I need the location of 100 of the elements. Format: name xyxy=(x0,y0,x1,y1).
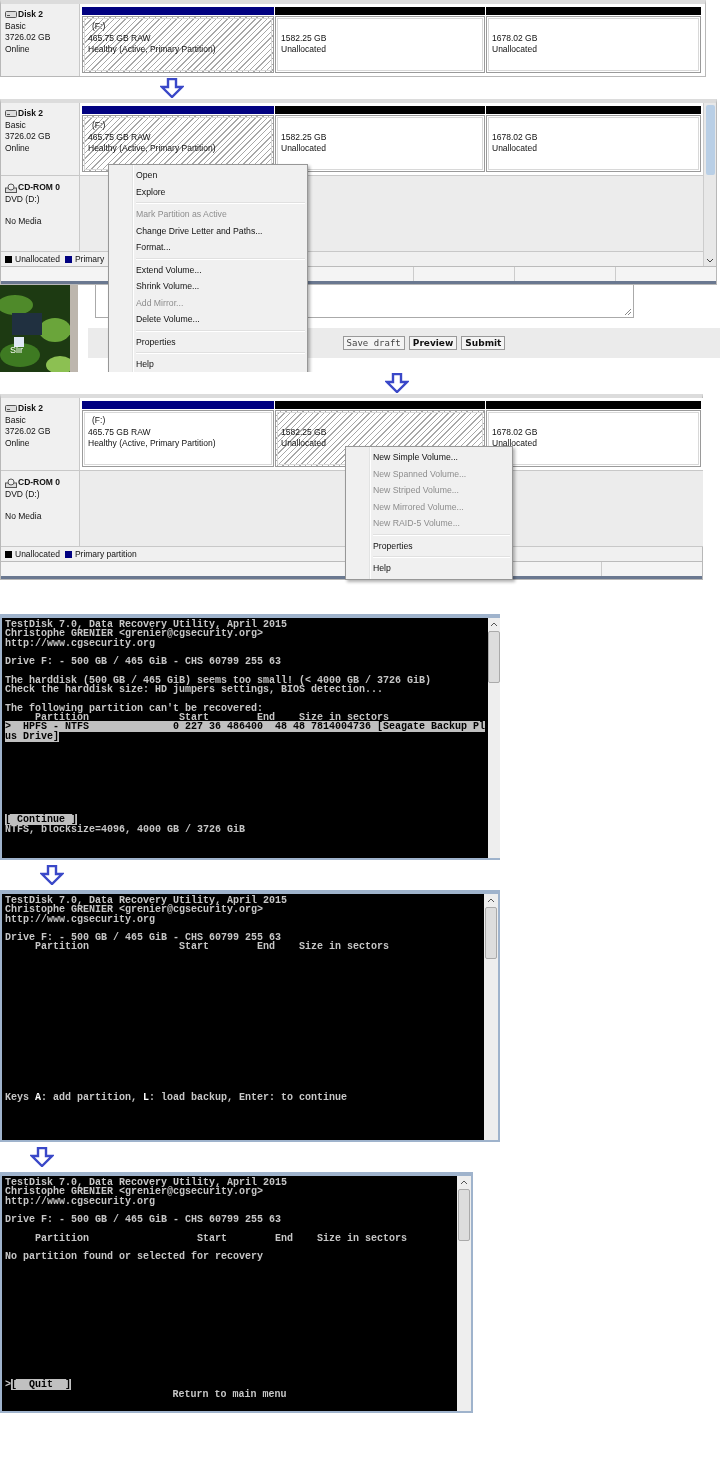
partition-status: Unallocated xyxy=(492,44,537,56)
option-hint: Return to main menu xyxy=(172,1388,287,1400)
cdrom-name: CD-ROM 0 xyxy=(18,182,61,194)
disk-name: Disk 2 xyxy=(18,403,44,415)
cdrom-status: No Media xyxy=(5,511,42,523)
disk-type: Basic xyxy=(5,119,26,131)
down-arrow-icon xyxy=(40,865,64,885)
partition-size: 1678.02 GB xyxy=(492,32,538,44)
scrollbar-thumb[interactable] xyxy=(488,631,501,683)
partition-label: (F:) xyxy=(91,415,106,427)
disk-size: 3726.02 GB xyxy=(5,32,51,44)
menu-item[interactable]: Delete Volume... xyxy=(111,311,305,328)
partition-block[interactable]: 1678.02 GB Unallocated xyxy=(486,410,701,467)
disk-size: 3726.02 GB xyxy=(5,426,51,438)
legend-label: Primary partition xyxy=(74,549,137,559)
partition-size: 1678.02 GB xyxy=(492,131,538,143)
down-arrow-icon xyxy=(160,78,184,98)
console-line: NTFS, blocksize=4096, 4000 GB / 3726 GiB xyxy=(5,823,246,835)
cdrom-type: DVD (D:) xyxy=(5,488,40,500)
desktop-icon-label[interactable]: Slir xyxy=(10,345,23,355)
disk-status: Online xyxy=(5,43,30,55)
partition-status: Healthy (Active, Primary Partition) xyxy=(88,438,216,450)
console-line: Drive F: - 500 GB / 465 GiB - CHS 60799 255 63 xyxy=(5,1214,282,1226)
cursor-marker: > xyxy=(5,1379,11,1391)
console-line: Check the harddisk size: HD jumpers settings, BIOS detection... xyxy=(5,684,384,696)
partition-status: Unallocated xyxy=(492,438,537,450)
partition-block[interactable]: (F:) 465.75 GB RAW Healthy (Active, Primary Partition) xyxy=(82,410,274,467)
cd-drive-icon xyxy=(5,182,17,193)
menu-item[interactable]: Format... xyxy=(111,239,305,256)
resize-grip-icon[interactable] xyxy=(624,308,632,316)
menu-item[interactable]: Help xyxy=(348,560,510,577)
partition-label: (F:) xyxy=(91,120,106,132)
hard-drive-icon xyxy=(5,11,17,19)
disk-size: 3726.02 GB xyxy=(5,131,51,143)
console-line: http://www.cgsecurity.org xyxy=(5,1195,156,1207)
scrollbar[interactable] xyxy=(484,894,498,1140)
menu-item[interactable]: Properties xyxy=(111,333,305,350)
scroll-up-icon[interactable] xyxy=(490,621,499,627)
scrollbar[interactable] xyxy=(457,1176,471,1411)
partition-status: Unallocated xyxy=(492,143,537,155)
menu-item[interactable]: Help xyxy=(111,356,305,372)
menu-item[interactable]: Explore xyxy=(111,183,305,200)
scrollbar-thumb[interactable] xyxy=(485,907,497,959)
down-arrow-icon xyxy=(385,373,409,393)
scrollbar[interactable] xyxy=(488,618,501,858)
disk-name: Disk 2 xyxy=(18,9,44,21)
quit-option[interactable]: [ Quit ] xyxy=(11,1379,72,1391)
legend-label: Primary xyxy=(74,254,105,264)
disk-status: Online xyxy=(5,437,30,449)
disk-type: Basic xyxy=(5,20,26,32)
console-line: http://www.cgsecurity.org xyxy=(5,637,156,649)
scroll-up-icon[interactable] xyxy=(460,1179,468,1185)
console-line: The following partition can't be recovered: xyxy=(5,702,264,714)
scroll-up-icon[interactable] xyxy=(487,897,495,903)
console-line: Keys A: add partition, L: load backup, Enter: to continue xyxy=(5,1091,348,1103)
form-button[interactable]: Save draft xyxy=(342,336,405,350)
disk-type: Basic xyxy=(5,414,26,426)
scroll-down-icon[interactable] xyxy=(706,258,714,264)
partition-block[interactable]: 1582.25 GB Unallocated xyxy=(275,115,485,172)
partition-status: Healthy (Active, Primary Partition) xyxy=(88,44,216,56)
menu-item[interactable]: Extend Volume... xyxy=(111,261,305,278)
legend-label: Unallocated xyxy=(15,254,60,264)
partition-label: (F:) xyxy=(91,21,106,33)
hard-drive-icon xyxy=(5,110,17,118)
partition-size: 1678.02 GB xyxy=(492,426,538,438)
partition-size: 1582.25 GB xyxy=(281,32,327,44)
console-line: Drive F: - 500 GB / 465 GiB - CHS 60799 255 63 xyxy=(5,656,282,668)
scrollbar[interactable] xyxy=(703,103,716,266)
form-button[interactable]: Submit xyxy=(461,336,506,350)
cdrom-name: CD-ROM 0 xyxy=(18,477,61,489)
form-button[interactable]: Preview xyxy=(408,336,458,350)
scrollbar-thumb[interactable] xyxy=(705,105,715,175)
partition-status: Unallocated xyxy=(281,143,326,155)
console-line: http://www.cgsecurity.org xyxy=(5,913,156,925)
cdrom-status: No Media xyxy=(5,216,42,228)
partition-status: Unallocated xyxy=(281,44,326,56)
partition-block[interactable]: 1582.25 GB Unallocated xyxy=(275,16,485,73)
down-arrow-icon xyxy=(30,1147,54,1167)
partition-status: Unallocated xyxy=(281,438,326,450)
partition-block[interactable]: (F:) 465.75 GB RAW Healthy (Active, Primary Partition) xyxy=(82,16,274,73)
disk-status: Online xyxy=(5,142,30,154)
partition-size: 465.75 GB RAW xyxy=(88,131,151,143)
partition-size: 465.75 GB RAW xyxy=(88,32,151,44)
menu-item[interactable]: Change Drive Letter and Paths... xyxy=(111,222,305,239)
disk-name: Disk 2 xyxy=(18,108,44,120)
menu-item[interactable]: Properties xyxy=(348,537,510,554)
menu-item[interactable]: Shrink Volume... xyxy=(111,278,305,295)
partition-size: 465.75 GB RAW xyxy=(88,426,151,438)
partition-block[interactable]: 1678.02 GB Unallocated xyxy=(486,16,701,73)
console-line: No partition found or selected for recovery xyxy=(5,1251,264,1263)
scrollbar-thumb[interactable] xyxy=(458,1189,470,1241)
partition-size: 1582.25 GB xyxy=(281,131,327,143)
legend-label: Unallocated xyxy=(15,549,60,559)
partition-block[interactable]: 1678.02 GB Unallocated xyxy=(486,115,701,172)
console-line: Partition Start End Size in sectors xyxy=(34,1232,408,1244)
partition-size: 1582.25 GB xyxy=(281,426,327,438)
cd-drive-icon xyxy=(5,477,17,488)
partition-status: Healthy (Active, Primary Partition) xyxy=(88,143,216,155)
cdrom-type: DVD (D:) xyxy=(5,193,40,205)
hard-drive-icon xyxy=(5,405,17,413)
